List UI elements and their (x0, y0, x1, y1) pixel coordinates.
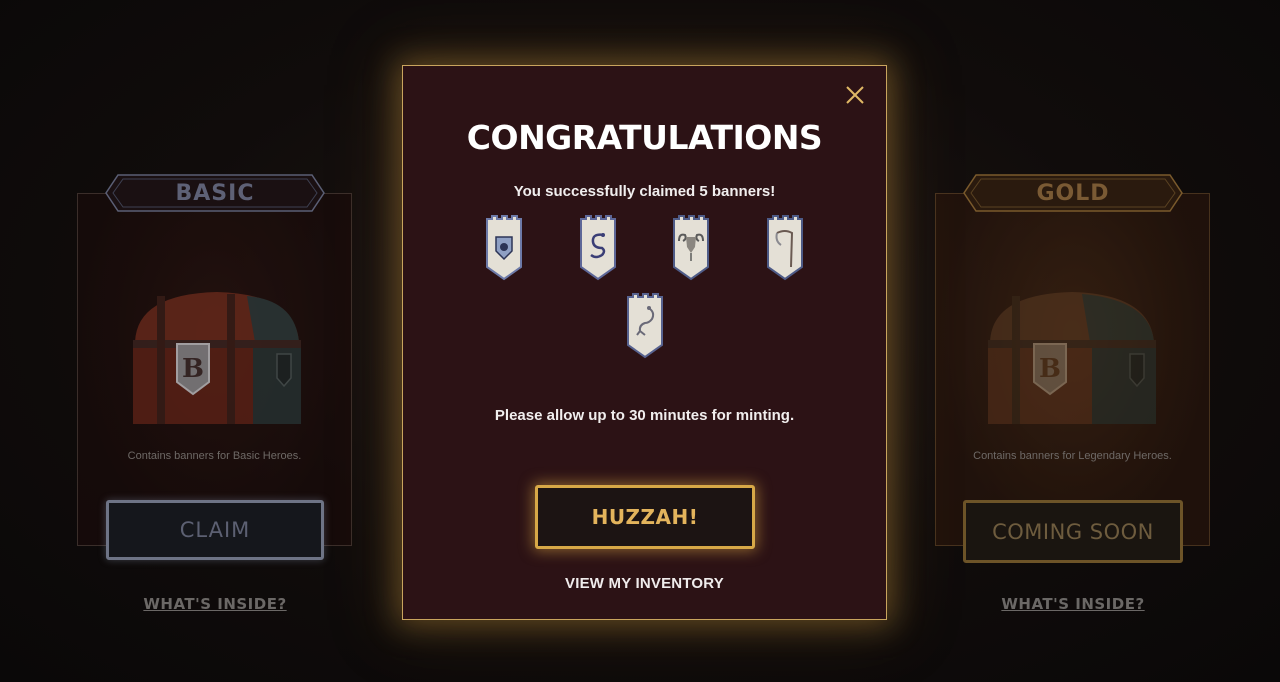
close-icon (846, 86, 864, 104)
svg-text:B: B (1039, 354, 1061, 384)
coming-soon-button[interactable]: COMING SOON (963, 500, 1183, 563)
gold-chest-image: B (988, 292, 1156, 424)
minting-notice: Please allow up to 30 minutes for mintin… (494, 407, 795, 424)
gold-whats-inside-link[interactable]: WHAT'S INSIDE? (993, 595, 1153, 613)
claim-button[interactable]: CLAIM (106, 500, 324, 560)
svg-text:B: B (182, 354, 204, 384)
ram-skull-emblem-icon (673, 215, 709, 281)
basic-whats-inside-link[interactable]: WHAT'S INSIDE? (135, 595, 295, 613)
shield-emblem-icon (486, 215, 522, 281)
close-button[interactable] (842, 82, 868, 108)
serpent-emblem-icon (580, 215, 616, 281)
claimed-message: You successfully claimed 5 banners! (513, 183, 776, 200)
scythe-emblem-icon (767, 215, 803, 281)
basic-tier-label: BASIC (175, 180, 255, 206)
basic-card-description: Contains banners for Basic Heroes. (127, 450, 302, 462)
view-inventory-link[interactable]: VIEW MY INVENTORY (403, 575, 886, 592)
gold-tier-label: GOLD (1036, 180, 1110, 206)
basic-tier-plate: BASIC (104, 173, 326, 213)
huzzah-button[interactable]: HUZZAH! (535, 485, 755, 549)
modal-title: CONGRATULATIONS (466, 118, 823, 157)
congratulations-modal: CONGRATULATIONS You successfully claimed… (402, 65, 887, 620)
gold-tier-plate: GOLD (962, 173, 1184, 213)
basic-chest-image: B (133, 292, 301, 424)
scorpion-emblem-icon (627, 293, 663, 359)
gold-card-description: Contains banners for Legendary Heroes. (973, 450, 1172, 462)
